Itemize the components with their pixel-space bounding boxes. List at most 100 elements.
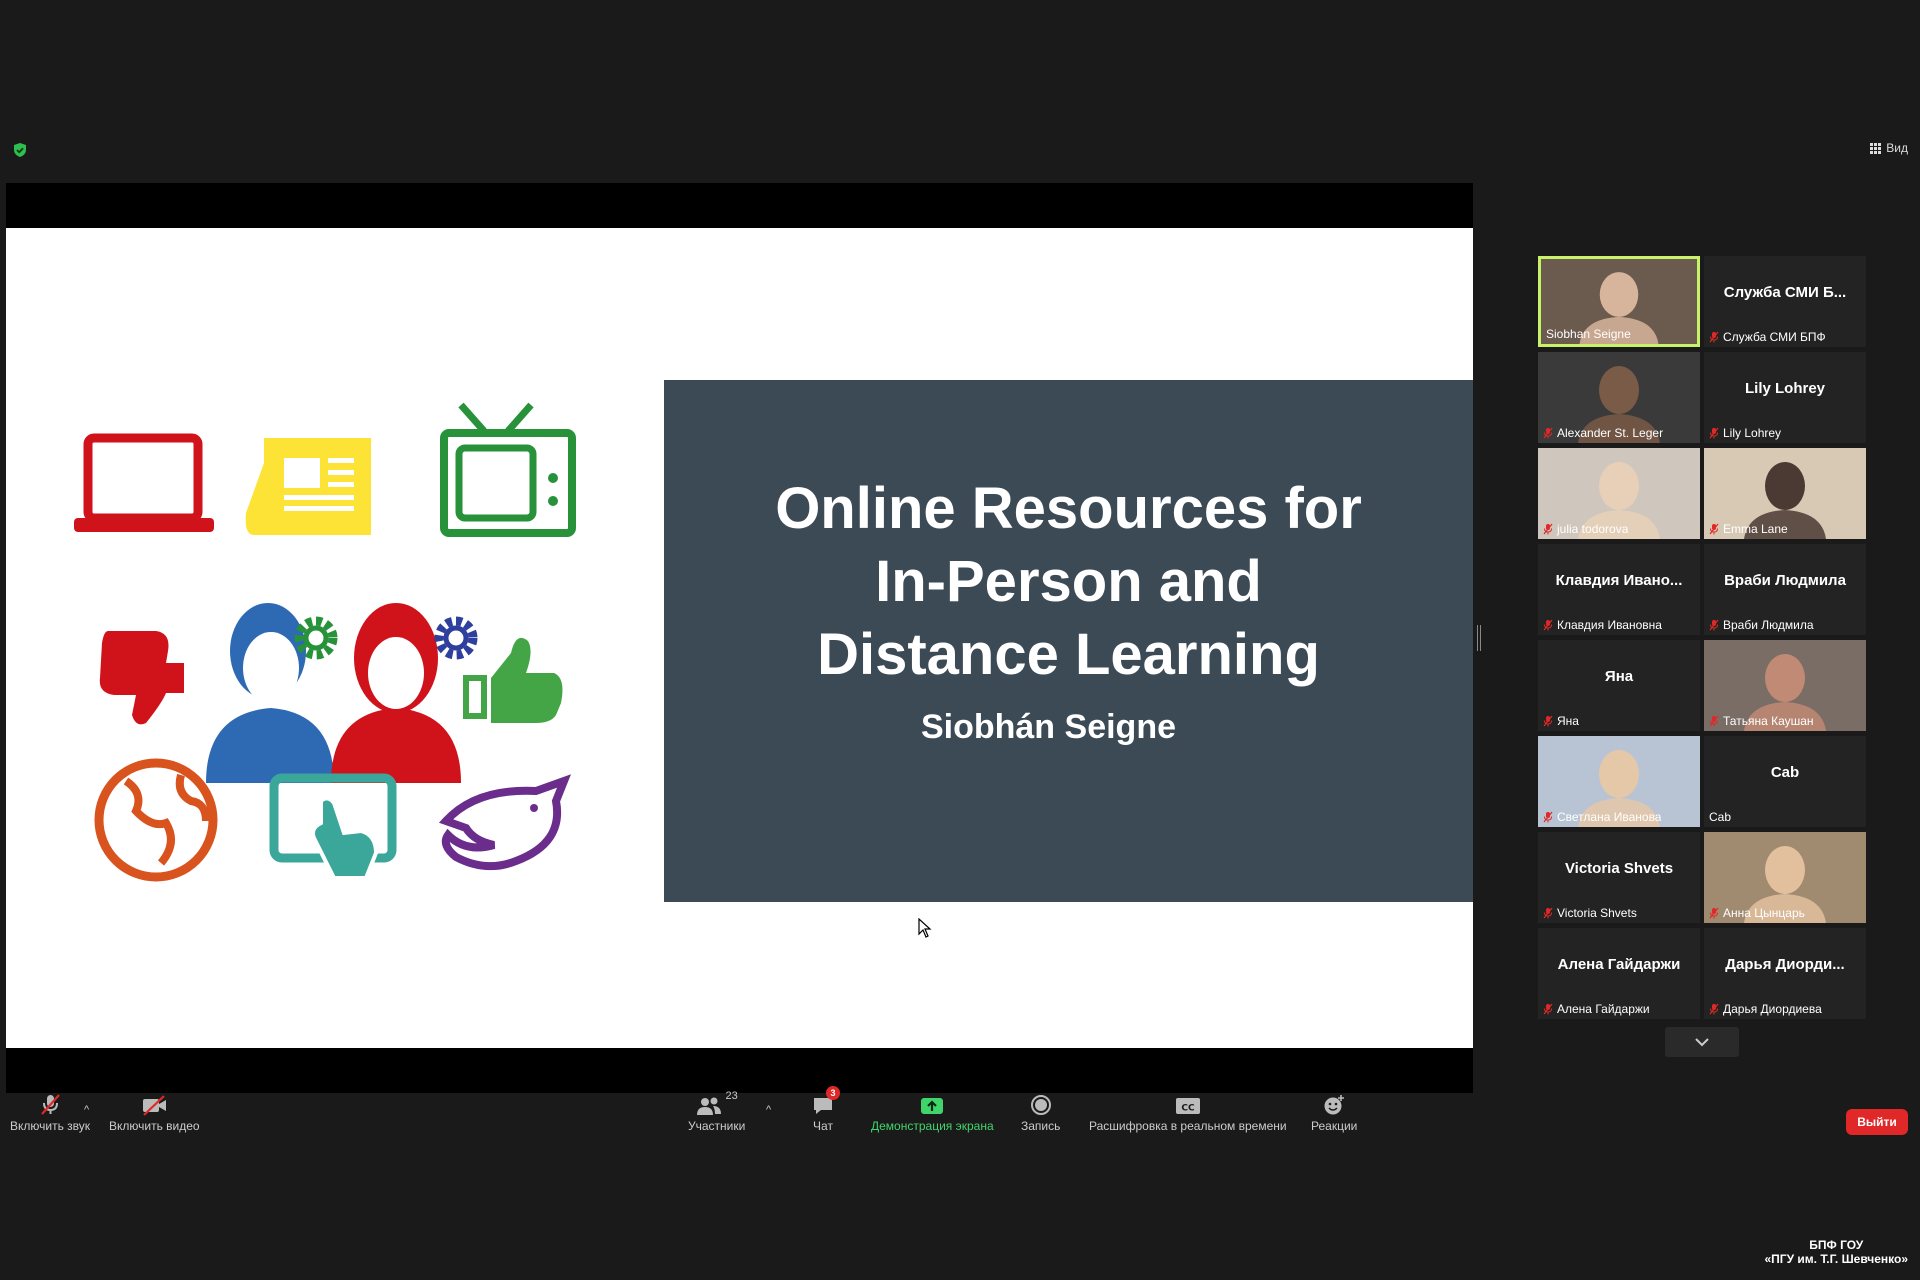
participant-label: Клавдия Ивановна [1543,618,1662,632]
participants-button[interactable]: 23 Участники [688,1090,745,1133]
participant-name-display: Служба СМИ Б... [1723,284,1847,301]
start-video-label: Включить видео [109,1119,200,1133]
unmute-label: Включить звук [10,1119,91,1133]
participant-tile[interactable]: Alexander St. Leger [1538,352,1700,443]
slide-author: Siobhán Seigne [920,708,1177,746]
newspaper-icon [245,438,371,535]
participant-label: julia todorova [1543,522,1628,536]
svg-text:CC: CC [1181,1104,1195,1114]
participant-tile[interactable]: Lily Lohrey Lily Lohrey [1704,352,1866,443]
thumbs-down-icon [99,631,184,725]
participant-tile[interactable]: julia todorova [1538,448,1700,539]
participant-tile[interactable]: Служба СМИ Б... Служба СМИ БПФ [1704,256,1866,347]
chevron-down-icon [1695,1038,1709,1047]
slide-illustration [74,402,576,882]
slide-title: Online Resources for In-Person and Distanc… [664,472,1473,691]
participant-label: Cab [1709,810,1731,824]
chat-button[interactable]: 3 Чат [812,1086,840,1133]
participant-label: Враби Людмила [1709,618,1814,632]
organization-watermark: БПФ ГОУ «ПГУ им. Т.Г. Шевченко» [1765,1238,1909,1266]
gallery-next-page-button[interactable] [1665,1027,1739,1057]
participant-name: julia todorova [1557,522,1629,536]
muted-mic-icon [1543,811,1553,823]
participants-options-caret[interactable]: ^ [766,1104,771,1116]
chat-unread-badge: 3 [826,1086,840,1100]
slide-title-line: In-Person and [875,549,1262,614]
participant-label: Анна Цынцарь [1709,906,1805,920]
participant-name: Татьяна Каушан [1723,714,1814,728]
muted-mic-icon [1709,715,1719,727]
participant-tile[interactable]: Татьяна Каушан [1704,640,1866,731]
participant-label: Алена Гайдаржи [1543,1002,1650,1016]
start-video-button[interactable]: Включить видео [109,1090,200,1133]
reactions-label: Реакции [1311,1119,1358,1133]
participant-name-display: Victoria Shvets [1564,860,1674,877]
participant-name-display: Cab [1770,764,1800,781]
participant-name: Lily Lohrey [1723,426,1782,440]
participant-name: Светлана Иванова [1557,810,1662,824]
share-screen-button[interactable]: Демонстрация экрана [871,1090,994,1133]
participant-tile[interactable]: Cab Cab [1704,736,1866,827]
panel-splitter-handle[interactable] [1477,625,1481,651]
muted-mic-icon [1709,523,1719,535]
participant-name-display: Алена Гайдаржи [1557,956,1681,973]
record-icon [1030,1095,1051,1115]
participant-tile[interactable]: Siobhan Seigne [1538,256,1700,347]
microphone-muted-icon [41,1094,60,1115]
view-button[interactable]: Вид [1870,141,1908,155]
participant-label: Дарья Диордиева [1709,1002,1822,1016]
participant-tile[interactable]: Враби Людмила Враби Людмила [1704,544,1866,635]
participant-tile[interactable]: Алена Гайдаржи Алена Гайдаржи [1538,928,1700,1019]
participant-tile[interactable]: Яна Яна [1538,640,1700,731]
audio-options-caret[interactable]: ^ [84,1104,89,1116]
thumbs-up-icon [463,637,563,723]
participant-name-display: Lily Lohrey [1744,380,1826,397]
participants-icon [696,1097,721,1115]
participant-label: Яна [1543,714,1579,728]
muted-mic-icon [1543,715,1553,727]
leave-meeting-button[interactable]: Выйти [1846,1109,1908,1135]
muted-mic-icon [1543,523,1553,535]
encryption-shield-icon[interactable] [12,142,28,158]
muted-mic-icon [1543,619,1553,631]
muted-mic-icon [1709,1003,1719,1015]
live-transcription-button[interactable]: CC Расшифровка в реальном времени [1089,1090,1287,1133]
muted-mic-icon [1543,427,1553,439]
participants-count: 23 [725,1090,738,1102]
muted-mic-icon [1543,907,1553,919]
reactions-button[interactable]: Реакции [1311,1090,1357,1133]
tv-icon [440,402,576,537]
camera-off-icon [143,1095,167,1116]
grid-icon [1870,142,1882,154]
slide-title-line: Online Resources for [775,476,1362,541]
participant-name: Служба СМИ БПФ [1723,330,1826,344]
slide-title-panel: Online Resources for In-Person and Distanc… [664,380,1473,902]
participant-tile[interactable]: Светлана Иванова [1538,736,1700,827]
participant-tile[interactable]: Клавдия Ивано... Клавдия Ивановна [1538,544,1700,635]
unmute-button[interactable]: Включить звук [10,1090,90,1133]
closed-captions-icon: CC [1175,1098,1200,1114]
participant-name: Emma Lane [1723,522,1788,536]
record-button[interactable]: Запись [1021,1090,1060,1133]
bird-icon [438,774,572,871]
participant-label: Татьяна Каушан [1709,714,1814,728]
participant-tile[interactable]: Victoria Shvets Victoria Shvets [1538,832,1700,923]
participant-label: Lily Lohrey [1709,426,1781,440]
muted-mic-icon [1709,907,1719,919]
participant-name: Враби Людмила [1723,618,1814,632]
participant-tile[interactable]: Дарья Диорди... Дарья Диордиева [1704,928,1866,1019]
participant-name-display: Клавдия Ивано... [1555,572,1683,589]
share-screen-label: Демонстрация экрана [871,1119,994,1133]
participant-name: Анна Цынцарь [1723,906,1805,920]
muted-mic-icon [1709,619,1719,631]
blue-gear-icon [434,616,478,660]
share-screen-icon [921,1098,944,1114]
participant-name: Siobhan Seigne [1546,327,1631,341]
participant-tile[interactable]: Анна Цынцарь [1704,832,1866,923]
participant-label: Victoria Shvets [1543,906,1637,920]
laptop-icon [74,433,214,532]
participant-name-display: Яна [1604,668,1634,685]
participant-name: Cab [1709,810,1732,824]
participant-tile[interactable]: Emma Lane [1704,448,1866,539]
meeting-toolbar: Включить звук ^ Включить видео 23 Участн… [0,1086,1920,1150]
